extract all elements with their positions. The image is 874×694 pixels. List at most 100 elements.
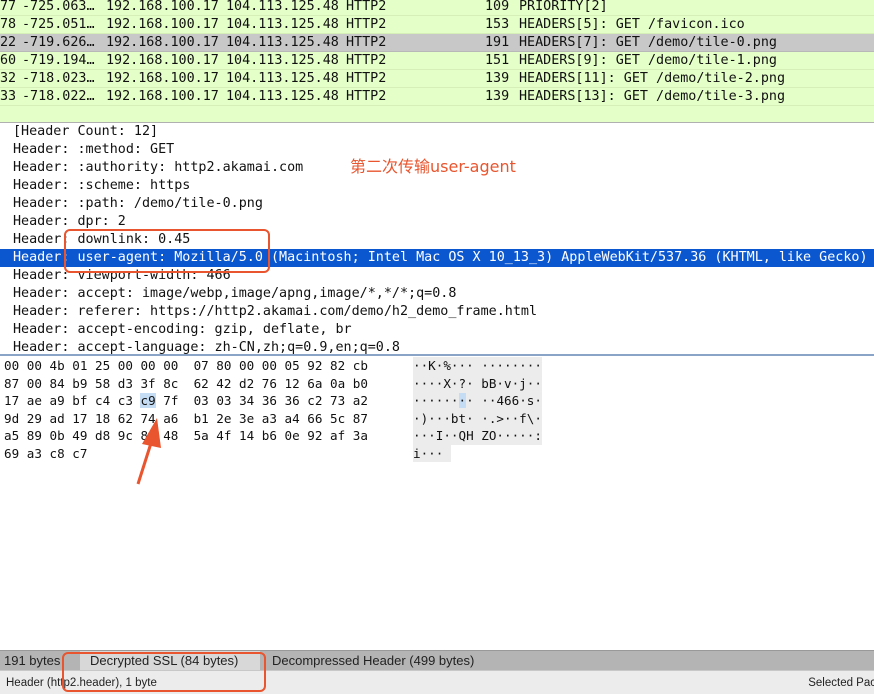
packet-info: HEADERS[11]: GET /demo/tile-2.png [519,71,786,86]
header-row[interactable]: Header: downlink: 0.45 [0,231,874,249]
ascii-right: ··466·s· [481,393,542,408]
packet-proto: HTTP2 [346,0,387,14]
packet-time: -719.194… [22,53,95,68]
header-row[interactable]: Header: user-agent: Mozilla/5.0 (Macinto… [0,249,874,267]
packet-dst: 104.113.125.48 [226,35,339,50]
packet-info: HEADERS[5]: GET /favicon.ico [519,17,745,32]
hex-bytes-left: a5 89 0b 49 d8 9c 81 48 [4,428,179,443]
packet-time: -718.022… [22,89,95,104]
header-row[interactable]: Header: accept-language: zh-CN,zh;q=0.9,… [0,339,874,354]
ascii-left: ········ [413,393,474,408]
packet-dst: 104.113.125.48 [226,17,339,32]
ascii-left: i··· [413,445,444,461]
header-row[interactable]: Header: accept-encoding: gzip, deflate, … [0,321,874,339]
ascii-left: ····X·?· [413,375,474,391]
packet-len: 191 [485,35,510,50]
packet-time: -725.051… [22,17,95,32]
packet-details-pane[interactable]: Header: accept-language: zh-CN,zh;q=0.9,… [0,122,874,354]
status-selected-packets: Selected Pac [808,677,874,689]
packet-src: 192.168.100.17 [106,17,219,32]
hex-row[interactable]: 69 a3 c8 c7 [4,445,103,463]
packet-dst: 104.113.125.48 [226,89,339,104]
packet-no: 33 [0,89,17,104]
tab-frame-bytes[interactable]: 191 bytes [0,651,70,671]
packet-dst: 104.113.125.48 [226,71,339,86]
ascii-left: ···I··QH [413,428,474,443]
packet-row[interactable]: 33 -718.022… 192.168.100.17 104.113.125.48 H… [0,88,874,106]
ascii-row: ··K·%··· ········ [413,357,542,375]
status-bar: Header (http2.header), 1 byte Selected P… [0,670,874,694]
packet-row[interactable]: 32 -718.023… 192.168.100.17 104.113.125.48 H… [0,70,874,88]
hex-bytes-right: b1 2e 3e a3 a4 66 5c 87 [193,410,368,426]
ascii-row: ········ ··466·s· [413,392,542,410]
selected-byte[interactable]: c9 [140,393,156,408]
packet-time: -718.023… [22,71,95,86]
packet-row[interactable]: 60 -719.194… 192.168.100.17 104.113.125.48 H… [0,52,874,70]
hex-row[interactable]: a5 89 0b 49 d8 9c 81 48 5a 4f 14 b6 0e 9… [4,427,368,445]
packet-info: HEADERS[13]: GET /demo/tile-3.png [519,89,786,104]
ascii-left: ·)···bt· [413,410,474,426]
hex-row[interactable]: 87 00 84 b9 58 d3 3f 8c 62 42 d2 76 12 6… [4,375,368,393]
ascii-row: ···I··QH ZO·····: [413,427,542,445]
packet-dst: 104.113.125.48 [226,0,339,14]
header-row[interactable]: Header: accept: image/webp,image/apng,im… [0,285,874,303]
packet-proto: HTTP2 [346,35,387,50]
ascii-right: bB·v·j·· [481,375,542,391]
status-field-info: Header (http2.header), 1 byte [6,677,157,689]
packet-src: 192.168.100.17 [106,35,219,50]
packet-len: 139 [485,71,510,86]
packet-src: 192.168.100.17 [106,0,219,14]
ascii-right: ·.>··f\· [481,410,542,426]
ascii-row: i··· [413,444,451,462]
header-row[interactable]: Header: viewport-width: 466 [0,267,874,285]
tab-decompressed-header[interactable]: Decompressed Header (499 bytes) [262,651,502,671]
packet-len: 139 [485,89,510,104]
hex-bytes-left: 69 a3 c8 c7 [4,445,88,461]
hex-bytes-left: 87 00 84 b9 58 d3 3f 8c [4,375,179,391]
packet-info: HEADERS[7]: GET /demo/tile-0.png [519,35,777,50]
packet-row[interactable]: 78 -725.051… 192.168.100.17 104.113.125.48 H… [0,16,874,34]
annotation-text: 第二次传输user-agent [350,157,516,176]
bytes-tab-bar: 191 bytes Decrypted SSL (84 bytes) Decom… [0,650,874,671]
packet-row[interactable]: 22 -719.626… 192.168.100.17 104.113.125.48 H… [0,34,874,52]
hex-bytes-right: 03 03 34 36 36 c2 73 a2 [193,393,368,408]
packet-time: -719.626… [22,35,95,50]
packet-no: 22 [0,35,17,50]
packet-info: HEADERS[9]: GET /demo/tile-1.png [519,53,777,68]
hex-row[interactable]: 9d 29 ad 17 18 62 74 a6 b1 2e 3e a3 a4 6… [4,410,368,428]
header-row[interactable]: Header: :scheme: https [0,177,874,195]
packet-proto: HTTP2 [346,71,387,86]
packet-len: 153 [485,17,510,32]
packet-row[interactable]: 77 -725.063… 192.168.100.17 104.113.125.48 H… [0,0,874,16]
header-row[interactable]: Header: referer: https://http2.akamai.co… [0,303,874,321]
packet-dst: 104.113.125.48 [226,53,339,68]
hex-bytes-right: 07 80 00 00 05 92 82 cb [193,358,368,373]
ascii-right: ········ [481,358,542,373]
packet-bytes-pane[interactable]: 00 00 4b 01 25 00 00 00 07 80 00 00 05 9… [0,354,874,650]
header-row[interactable]: [Header Count: 12] [0,123,874,141]
packet-src: 192.168.100.17 [106,53,219,68]
packet-len: 151 [485,53,510,68]
ascii-right: ZO·····: [481,428,542,443]
header-row[interactable]: Header: dpr: 2 [0,213,874,231]
packet-no: 60 [0,53,17,68]
selected-ascii-char: · [458,393,467,408]
packet-no: 78 [0,17,17,32]
packet-no: 77 [0,0,17,14]
header-row[interactable]: Header: :path: /demo/tile-0.png [0,195,874,213]
ascii-row: ·)···bt· ·.>··f\· [413,409,542,427]
packet-list[interactable]: 77 -725.063… 192.168.100.17 104.113.125.48 H… [0,0,874,122]
hex-bytes-right: 5a 4f 14 b6 0e 92 af 3a [193,428,368,443]
hex-bytes-left: 9d 29 ad 17 18 62 74 a6 [4,410,179,426]
packet-src: 192.168.100.17 [106,89,219,104]
packet-len: 109 [485,0,510,14]
packet-proto: HTTP2 [346,53,387,68]
ascii-left: ··K·%··· [413,358,474,373]
hex-bytes-left: 17 ae a9 bf c4 c3 c9 7f [4,393,179,408]
packet-proto: HTTP2 [346,17,387,32]
tab-decrypted-ssl[interactable]: Decrypted SSL (84 bytes) [80,651,260,671]
hex-row[interactable]: 00 00 4b 01 25 00 00 00 07 80 00 00 05 9… [4,357,368,375]
hex-row[interactable]: 17 ae a9 bf c4 c3 c9 7f 03 03 34 36 36 c… [4,392,368,410]
packet-proto: HTTP2 [346,89,387,104]
packet-info: PRIORITY[2] [519,0,608,14]
